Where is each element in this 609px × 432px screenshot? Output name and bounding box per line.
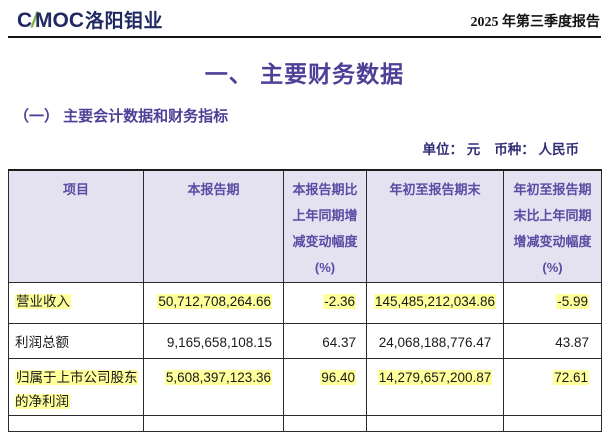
table-row-operating-revenue: 营业收入 50,712,708,264.66 -2.36 145,485,212… [9, 282, 602, 323]
currency-label: 币种： 人民币 [494, 142, 579, 157]
subsection-title: （一） 主要会计数据和财务指标 [14, 105, 609, 126]
current-period-cell: 50,712,708,264.66 [144, 282, 284, 323]
highlighted-text: 96.40 [320, 370, 356, 385]
column-header-item: 项目 [9, 170, 144, 282]
column-header-current-period: 本报告期 [144, 170, 284, 282]
cell-text: 利润总额 [15, 335, 69, 350]
logo-letters-moc: MOC [35, 9, 84, 32]
current-change-cell [284, 415, 367, 431]
cell-text: 43.87 [555, 335, 589, 350]
item-cell: 归属于上市公司股东 的净利润 [9, 358, 144, 415]
current-period-cell: 9,165,658,108.15 [144, 323, 284, 358]
page-header: C/MOC洛阳钼业 2025 年第三季度报告 [0, 0, 609, 34]
highlighted-text: -5.99 [556, 294, 589, 309]
cmoc-logo: C/MOC洛阳钼业 [17, 8, 163, 34]
financial-data-table: 项目 本报告期 本报告期比 上年同期增 减变动幅度 (%) 年初至报告期末 年初… [8, 169, 602, 432]
highlighted-text: 50,712,708,264.66 [157, 294, 272, 309]
highlighted-text: 归属于上市公司股东 的净利润 [15, 370, 138, 409]
highlighted-text: 营业收入 [15, 294, 71, 309]
column-header-ytd: 年初至报告期末 [367, 170, 504, 282]
logo-letter-c: C [17, 9, 32, 32]
table-row-partial-cutoff [9, 415, 602, 431]
column-header-current-period-change: 本报告期比 上年同期增 减变动幅度 (%) [284, 170, 367, 282]
cell-text: 64.37 [322, 335, 356, 350]
ytd-cell: 14,279,657,200.87 [367, 358, 504, 415]
cell-text: 24,068,188,776.47 [379, 335, 492, 350]
ytd-cell: 24,068,188,776.47 [367, 323, 504, 358]
current-change-cell: 96.40 [284, 358, 367, 415]
column-header-ytd-change: 年初至报告期 末比上年同期 增减变动幅度 (%) [504, 170, 602, 282]
ytd-change-cell: 72.61 [504, 358, 602, 415]
item-cell [9, 415, 144, 431]
highlighted-text: 5,608,397,123.36 [165, 370, 272, 385]
ytd-change-cell: 43.87 [504, 323, 602, 358]
section-title: 一、 主要财务数据 [0, 55, 609, 89]
report-title: 2025 年第三季度报告 [471, 11, 601, 34]
highlighted-text: 72.61 [553, 370, 589, 385]
ytd-change-cell: -5.99 [504, 282, 602, 323]
current-change-cell: -2.36 [284, 282, 367, 323]
ytd-cell [367, 415, 504, 431]
current-period-cell [144, 415, 284, 431]
cell-text: 9,165,658,108.15 [167, 335, 272, 350]
highlighted-text: -2.36 [323, 294, 356, 309]
highlighted-text: 14,279,657,200.87 [378, 370, 493, 385]
item-cell: 利润总额 [9, 323, 144, 358]
highlighted-text: 145,485,212,034.86 [374, 294, 496, 309]
logo-company-name: 洛阳钼业 [85, 11, 163, 32]
table-row-net-profit-attributable: 归属于上市公司股东 的净利润 5,608,397,123.36 96.40 14… [9, 358, 602, 415]
ytd-cell: 145,485,212,034.86 [367, 282, 504, 323]
table-row-total-profit: 利润总额 9,165,658,108.15 64.37 24,068,188,7… [9, 323, 602, 358]
current-change-cell: 64.37 [284, 323, 367, 358]
unit-label: 单位： 元 [422, 142, 480, 157]
ytd-change-cell [504, 415, 602, 431]
header-divider [8, 36, 601, 38]
item-cell: 营业收入 [9, 282, 144, 323]
unit-currency-line: 单位： 元币种： 人民币 [0, 138, 579, 158]
table-header-row: 项目 本报告期 本报告期比 上年同期增 减变动幅度 (%) 年初至报告期末 年初… [9, 170, 602, 282]
current-period-cell: 5,608,397,123.36 [144, 358, 284, 415]
